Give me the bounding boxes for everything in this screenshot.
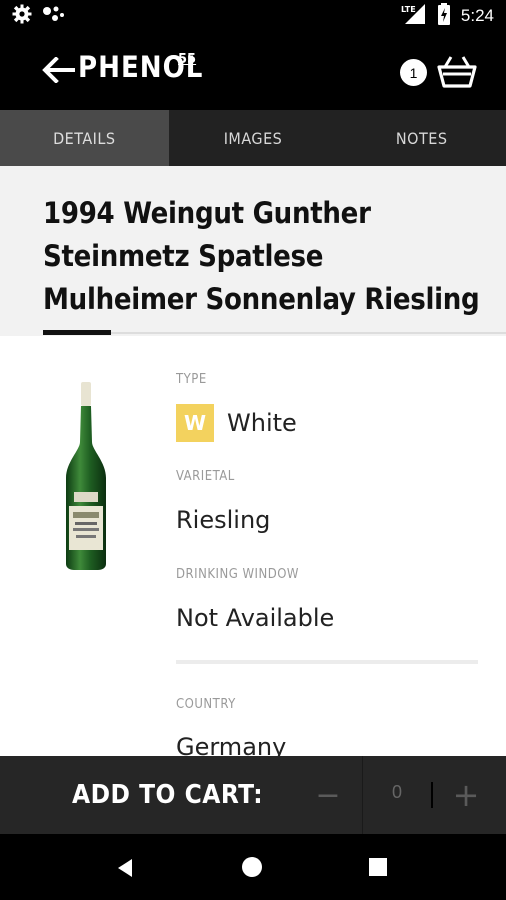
nav-recents-icon[interactable] [369, 858, 387, 876]
back-arrow-icon[interactable] [42, 56, 76, 84]
quantity-separator-right [431, 782, 433, 808]
dots-icon [42, 5, 66, 27]
quantity-value: 0 [391, 782, 402, 802]
add-to-cart-label: ADD TO CART: [72, 780, 264, 810]
battery-charging-icon [437, 3, 451, 29]
cart-count-badge[interactable]: 1 [400, 59, 427, 86]
tab-notes[interactable]: NOTES [337, 110, 506, 166]
tab-bar: DETAILS IMAGES NOTES [0, 110, 506, 166]
tab-details[interactable]: DETAILS [0, 110, 169, 166]
system-nav-bar [0, 834, 506, 900]
type-value: White [227, 409, 297, 437]
nav-back-icon[interactable] [116, 858, 134, 882]
brand-number: 55 [178, 52, 197, 67]
title-rule [111, 332, 506, 334]
section-divider [176, 660, 478, 664]
drinking-window-label: DRINKING WINDOW [176, 567, 300, 582]
gear-icon [12, 4, 32, 28]
country-value: Germany [176, 733, 287, 756]
app-bar: PHENOL 55 1 [0, 30, 506, 110]
status-bar: LTE 5:24 [0, 0, 506, 30]
quantity-separator [362, 756, 363, 834]
varietal-label: VARIETAL [176, 469, 235, 484]
country-label: COUNTRY [176, 697, 236, 712]
title-area: 1994 Weingut Gunther Steinmetz Spatlese … [0, 166, 506, 336]
drinking-window-value: Not Available [176, 604, 335, 632]
details-content: TYPE W White VARIETAL Riesling DRINKING … [0, 336, 506, 756]
decrease-quantity-button[interactable]: − [306, 776, 350, 814]
tab-images[interactable]: IMAGES [169, 110, 338, 166]
signal-icon: LTE [401, 3, 427, 29]
title-underline [43, 330, 111, 335]
varietal-value: Riesling [176, 506, 271, 534]
svg-text:LTE: LTE [401, 5, 416, 14]
increase-quantity-button[interactable]: + [444, 776, 488, 814]
wine-bottle-image [62, 380, 110, 570]
wine-title: 1994 Weingut Gunther Steinmetz Spatlese … [43, 196, 480, 316]
nav-home-icon[interactable] [242, 857, 262, 877]
basket-icon[interactable] [437, 55, 477, 89]
status-time: 5:24 [460, 6, 494, 25]
add-to-cart-bar: ADD TO CART: − 0 + [0, 756, 506, 834]
type-badge: W [176, 404, 214, 442]
type-label: TYPE [176, 372, 207, 387]
